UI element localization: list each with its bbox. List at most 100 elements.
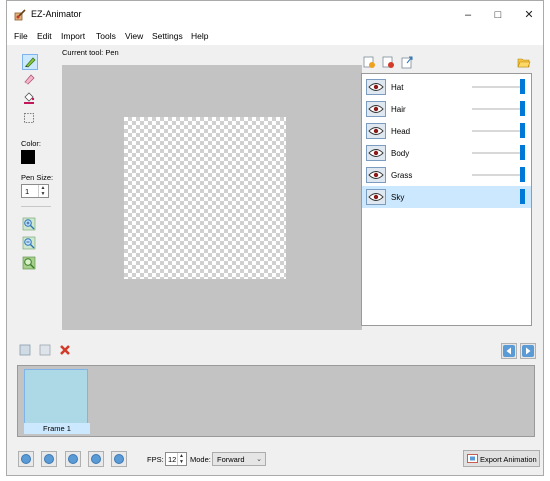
delete-frame-icon — [58, 343, 74, 357]
export-film-icon — [467, 453, 478, 464]
canvas-viewport[interactable] — [62, 65, 362, 330]
visibility-toggle[interactable] — [366, 145, 386, 161]
menu-import[interactable]: Import — [61, 31, 85, 41]
eye-icon — [367, 168, 385, 182]
add-layer-button[interactable] — [362, 55, 378, 71]
opacity-slider-handle[interactable] — [520, 79, 525, 94]
open-folder-button[interactable] — [517, 55, 533, 71]
window-title: EZ-Animator — [31, 9, 82, 19]
opacity-slider[interactable] — [472, 174, 520, 176]
layer-row-selected[interactable]: Sky — [362, 186, 531, 208]
menu-edit[interactable]: Edit — [37, 31, 52, 41]
opacity-slider[interactable] — [472, 152, 520, 154]
zoom-in-icon — [22, 217, 38, 231]
step-back-icon — [44, 454, 54, 464]
eraser-icon — [22, 72, 38, 86]
previous-frame-button[interactable] — [501, 343, 517, 359]
color-label: Color: — [21, 139, 42, 148]
mode-value: Forward — [217, 455, 245, 464]
first-frame-button[interactable] — [18, 451, 34, 467]
play-button[interactable] — [65, 451, 81, 467]
title-bar: EZ-Animator – □ ✕ — [7, 1, 543, 29]
add-frame-icon — [18, 343, 34, 357]
pen-size-value: 1 — [25, 187, 30, 196]
menu-help[interactable]: Help — [191, 31, 208, 41]
opacity-slider-handle[interactable] — [520, 189, 525, 204]
eye-icon — [367, 190, 385, 204]
minimize-icon[interactable]: – — [453, 5, 483, 25]
play-icon — [68, 454, 78, 464]
eraser-tool-button[interactable] — [22, 72, 38, 88]
delete-layer-button[interactable] — [381, 55, 397, 71]
app-window: EZ-Animator – □ ✕ File Edit Import Tools… — [6, 0, 544, 476]
menu-tools[interactable]: Tools — [96, 31, 116, 41]
layer-row[interactable]: Hair — [362, 98, 531, 120]
opacity-slider[interactable] — [472, 108, 520, 110]
opacity-slider-handle[interactable] — [520, 101, 525, 116]
drawing-canvas[interactable] — [124, 117, 286, 279]
opacity-slider[interactable] — [472, 130, 520, 132]
pen-tool-button[interactable] — [22, 54, 38, 70]
opacity-slider-handle[interactable] — [520, 145, 525, 160]
zoom-reset-button[interactable] — [22, 256, 38, 272]
previous-frame-icon — [502, 344, 516, 358]
mode-dropdown[interactable]: Forward ⌄ — [212, 452, 266, 466]
zoom-reset-icon — [22, 256, 38, 270]
export-animation-button[interactable]: Export Animation — [463, 450, 540, 467]
layer-row[interactable]: Grass — [362, 164, 531, 186]
eye-icon — [367, 80, 385, 94]
select-tool-button[interactable] — [22, 111, 38, 127]
opacity-slider[interactable] — [472, 86, 520, 88]
delete-frame-button[interactable] — [58, 343, 74, 359]
open-folder-icon — [517, 55, 533, 69]
pen-size-label: Pen Size: — [21, 173, 54, 182]
add-layer-icon — [362, 55, 378, 69]
close-icon[interactable]: ✕ — [514, 5, 543, 25]
step-forward-icon — [91, 454, 101, 464]
app-paintbrush-icon — [14, 9, 26, 21]
zoom-out-button[interactable] — [22, 236, 38, 252]
mode-label: Mode: — [190, 455, 211, 464]
layer-row[interactable]: Hat — [362, 76, 531, 98]
step-forward-button[interactable] — [88, 451, 104, 467]
add-frame-button[interactable] — [18, 343, 34, 359]
visibility-toggle[interactable] — [366, 101, 386, 117]
zoom-in-button[interactable] — [22, 217, 38, 233]
eye-icon — [367, 124, 385, 138]
opacity-slider-handle[interactable] — [520, 167, 525, 182]
visibility-toggle[interactable] — [366, 189, 386, 205]
opacity-slider-handle[interactable] — [520, 123, 525, 138]
spinner-arrows-icon[interactable]: ▲ ▼ — [177, 453, 185, 465]
frame-label[interactable]: Frame 1 — [24, 423, 90, 434]
last-frame-button[interactable] — [111, 451, 127, 467]
chevron-down-icon: ⌄ — [256, 456, 262, 463]
duplicate-frame-icon — [38, 343, 54, 357]
menu-view[interactable]: View — [125, 31, 143, 41]
menu-settings[interactable]: Settings — [152, 31, 183, 41]
visibility-toggle[interactable] — [366, 79, 386, 95]
layer-name: Hat — [391, 83, 404, 92]
export-layer-icon — [400, 55, 416, 69]
step-back-button[interactable] — [41, 451, 57, 467]
fill-tool-button[interactable] — [22, 91, 38, 107]
toolbox-divider — [21, 206, 51, 207]
maximize-icon[interactable]: □ — [483, 5, 513, 25]
layer-row[interactable]: Head — [362, 120, 531, 142]
visibility-toggle[interactable] — [366, 167, 386, 183]
menu-file[interactable]: File — [14, 31, 28, 41]
fps-spinbox[interactable]: 12 ▲ ▼ — [165, 452, 187, 466]
first-frame-icon — [21, 454, 31, 464]
layer-name: Body — [391, 149, 410, 158]
layer-row[interactable]: Body — [362, 142, 531, 164]
current-tool-label: Current tool: Pen — [62, 48, 119, 57]
export-layer-button[interactable] — [400, 55, 416, 71]
color-swatch[interactable] — [21, 150, 35, 164]
eye-icon — [367, 146, 385, 160]
delete-layer-icon — [381, 55, 397, 69]
spinner-arrows-icon[interactable]: ▲ ▼ — [38, 185, 47, 197]
visibility-toggle[interactable] — [366, 123, 386, 139]
next-frame-button[interactable] — [520, 343, 536, 359]
duplicate-frame-button[interactable] — [38, 343, 54, 359]
pen-size-spinbox[interactable]: 1 ▲ ▼ — [21, 184, 49, 198]
layers-list: Hat Hair Head Body Grass Sky — [361, 73, 532, 326]
